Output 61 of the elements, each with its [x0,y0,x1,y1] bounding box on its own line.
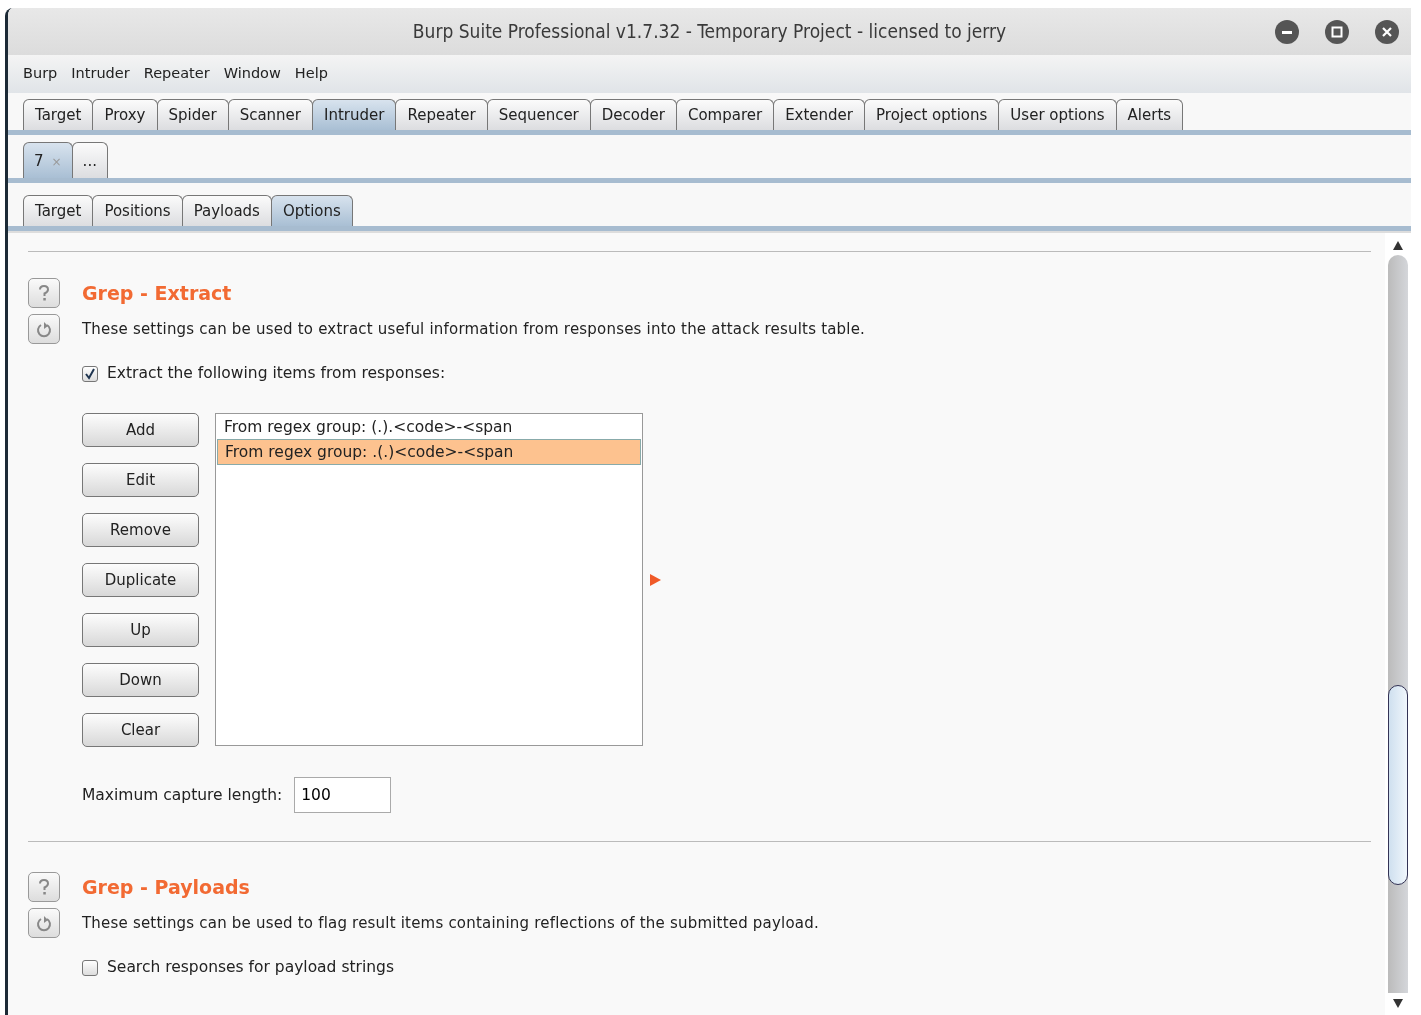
tab[interactable]: Extender [773,99,865,130]
menu-item[interactable]: Window [223,63,281,85]
reset-button[interactable] [28,314,60,344]
question-mark-icon [37,878,51,897]
maximize-button[interactable] [1325,20,1349,44]
section-description: These settings can be used to extract useful information from responses into the attack results table. [82,319,867,340]
reset-button[interactable] [28,908,60,939]
list-button[interactable]: Clear [82,713,199,748]
tab[interactable]: Proxy [92,99,158,130]
section-heading: Grep - Extract [82,281,233,306]
tab[interactable]: Scanner [227,99,313,130]
list-button[interactable]: Down [82,663,199,698]
tab[interactable]: Target [23,99,94,130]
section-heading: Grep - Payloads [82,875,251,901]
checkbox[interactable] [82,959,98,976]
tab[interactable]: Project options [864,99,1000,130]
menu-item[interactable]: Help [294,63,328,85]
menu-item[interactable]: Repeater [143,63,210,85]
tab[interactable]: Alerts [1115,99,1184,130]
checkbox-label: Extract the following items from responses: [107,363,446,384]
list-button[interactable]: Add [82,413,199,448]
tab[interactable]: Payloads [181,195,272,226]
list-button[interactable]: Edit [82,463,199,498]
triangle-icon [649,573,662,588]
tab[interactable]: Sequencer [486,99,591,130]
tab[interactable]: Repeater [395,99,488,130]
close-button[interactable] [1375,20,1399,44]
down-arrow-icon [1393,998,1403,1008]
tab[interactable]: Positions [92,195,183,226]
help-button[interactable] [28,278,60,308]
input-field[interactable]: 100 [294,777,392,814]
menu-item[interactable]: Burp [23,63,58,85]
tab[interactable]: 7 × [23,142,73,178]
close-icon [1381,26,1393,38]
section-description: These settings can be used to flag result items containing reflections of the submitted payload. [82,913,820,935]
tab[interactable]: Spider [156,99,229,130]
field-label: Maximum capture length: [82,784,283,806]
tab[interactable]: User options [998,99,1117,130]
list-item[interactable]: From regex group: .(.)<code>-<span [217,439,641,466]
circular-arrow-icon [35,320,53,338]
list-button[interactable]: Remove [82,513,199,548]
checkbox[interactable] [82,365,98,382]
list-item[interactable]: From regex group: (.).<code>-<span [217,415,641,440]
tab[interactable]: Intruder [312,99,397,130]
up-arrow-icon [1393,240,1403,250]
tab[interactable]: Options [270,195,353,226]
window-title: Burp Suite Professional v1.7.32 - Temporary Project - licensed to jerry [412,19,1007,45]
checkbox-label: Search responses for payload strings [107,957,394,979]
tab[interactable]: Decoder [589,99,677,130]
circular-arrow-icon [35,914,53,933]
question-mark-icon [37,284,51,302]
list-button[interactable]: Up [82,613,199,648]
minimize-button[interactable] [1275,20,1299,44]
list-button[interactable]: Duplicate [82,563,199,598]
menu-item[interactable]: Intruder [71,63,130,85]
help-button[interactable] [28,872,60,903]
tab[interactable]: Comparer [675,99,775,130]
maximize-icon [1331,26,1343,38]
scroll-thumb[interactable] [1388,685,1408,885]
tab[interactable]: ... [71,142,108,178]
tab[interactable]: Target [23,195,94,226]
